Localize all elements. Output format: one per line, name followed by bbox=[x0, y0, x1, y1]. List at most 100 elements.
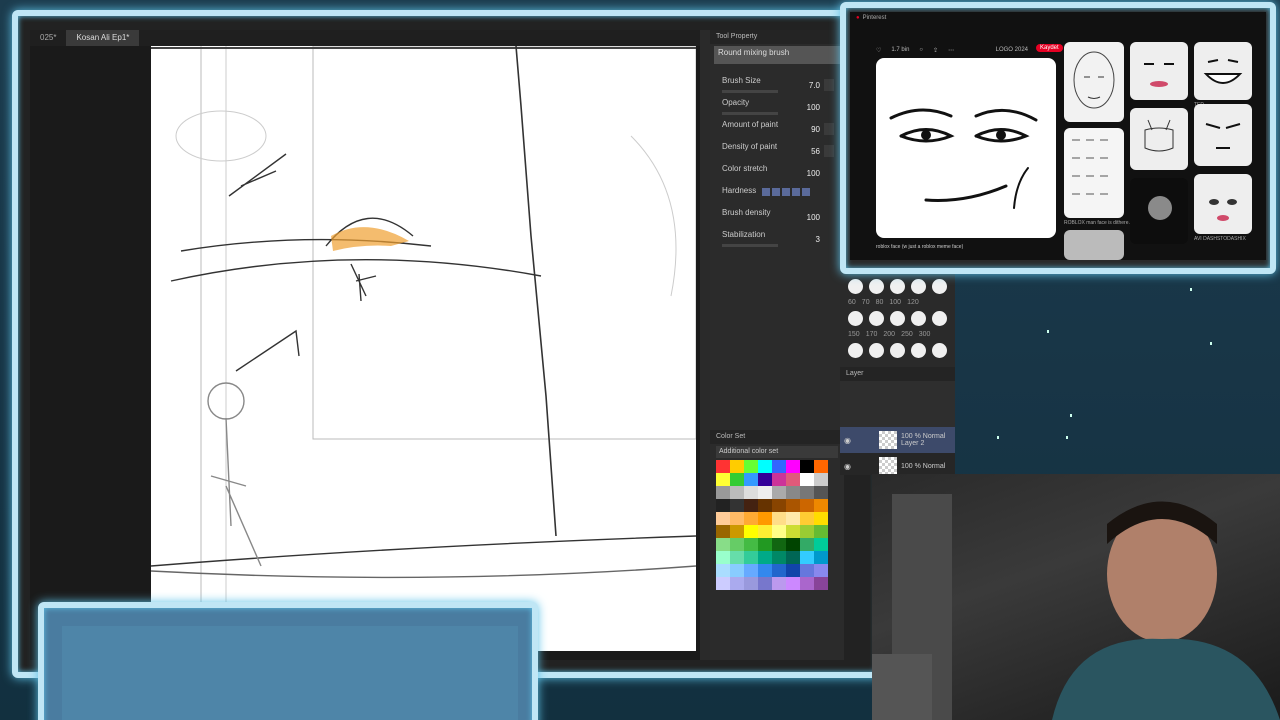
thumb-bunny-doodle[interactable] bbox=[1130, 108, 1188, 170]
layer-row-layer-2[interactable]: ◉ 100 % Normal Layer 2 bbox=[840, 427, 955, 453]
prop-opacity[interactable]: Opacity 100 bbox=[718, 96, 836, 118]
color-swatch[interactable] bbox=[814, 473, 828, 486]
color-swatch[interactable] bbox=[716, 512, 730, 525]
spin-icon[interactable] bbox=[824, 123, 834, 135]
color-swatch[interactable] bbox=[800, 525, 814, 538]
color-swatch[interactable] bbox=[744, 512, 758, 525]
eye-icon[interactable]: ◉ bbox=[844, 436, 851, 445]
color-swatch[interactable] bbox=[800, 564, 814, 577]
opacity-slider[interactable] bbox=[722, 112, 778, 115]
brush-size-dots-2[interactable] bbox=[840, 308, 955, 329]
color-swatch[interactable] bbox=[814, 577, 828, 590]
color-swatch[interactable] bbox=[786, 486, 800, 499]
prop-amount-of-paint[interactable]: Amount of paint 90 bbox=[718, 118, 836, 140]
color-swatch[interactable] bbox=[814, 525, 828, 538]
color-swatch[interactable] bbox=[786, 473, 800, 486]
color-swatch[interactable] bbox=[786, 512, 800, 525]
color-swatch[interactable] bbox=[772, 525, 786, 538]
color-swatch[interactable] bbox=[730, 564, 744, 577]
color-swatch[interactable] bbox=[758, 473, 772, 486]
color-swatch[interactable] bbox=[800, 551, 814, 564]
color-swatch[interactable] bbox=[716, 564, 730, 577]
layer-toolbar[interactable] bbox=[840, 381, 955, 427]
thumb-dark-photo[interactable] bbox=[1130, 178, 1188, 244]
thumb-creature[interactable] bbox=[1064, 230, 1124, 260]
color-swatch[interactable] bbox=[786, 551, 800, 564]
thumb-sketch-man[interactable] bbox=[1064, 42, 1124, 122]
color-swatch[interactable] bbox=[744, 538, 758, 551]
color-swatch[interactable] bbox=[814, 486, 828, 499]
color-swatch[interactable] bbox=[786, 577, 800, 590]
color-swatch[interactable] bbox=[716, 499, 730, 512]
stabilization-slider[interactable] bbox=[722, 244, 778, 247]
tab-kosan-ali-ep1[interactable]: Kosan Ali Ep1* bbox=[66, 30, 140, 46]
more-icon[interactable]: ⋯ bbox=[948, 47, 954, 54]
color-swatch[interactable] bbox=[758, 499, 772, 512]
thumb-grin-face[interactable] bbox=[1194, 42, 1252, 100]
prop-hardness[interactable]: Hardness bbox=[718, 184, 836, 206]
color-swatch[interactable] bbox=[758, 564, 772, 577]
color-swatch[interactable] bbox=[800, 512, 814, 525]
color-swatch[interactable] bbox=[730, 512, 744, 525]
color-swatch[interactable] bbox=[772, 499, 786, 512]
brush-size-slider[interactable] bbox=[722, 90, 778, 93]
color-swatch[interactable] bbox=[744, 460, 758, 473]
thumb-cute-face[interactable] bbox=[1194, 174, 1252, 234]
color-swatch[interactable] bbox=[800, 460, 814, 473]
color-swatch[interactable] bbox=[730, 538, 744, 551]
prop-color-stretch[interactable]: Color stretch 100 bbox=[718, 162, 836, 184]
color-swatch[interactable] bbox=[744, 551, 758, 564]
color-swatch[interactable] bbox=[800, 577, 814, 590]
color-swatch[interactable] bbox=[772, 564, 786, 577]
color-swatch[interactable] bbox=[716, 525, 730, 538]
brush-size-dots-3[interactable] bbox=[840, 340, 955, 361]
color-swatch[interactable] bbox=[758, 538, 772, 551]
color-swatch[interactable] bbox=[786, 460, 800, 473]
color-swatch[interactable] bbox=[800, 486, 814, 499]
color-swatch[interactable] bbox=[772, 538, 786, 551]
color-swatch[interactable] bbox=[716, 577, 730, 590]
color-swatch[interactable] bbox=[814, 564, 828, 577]
color-swatch[interactable] bbox=[758, 577, 772, 590]
color-swatch[interactable] bbox=[744, 499, 758, 512]
color-swatch[interactable] bbox=[772, 473, 786, 486]
color-swatch[interactable] bbox=[814, 512, 828, 525]
spin-icon[interactable] bbox=[824, 145, 834, 157]
color-swatch[interactable] bbox=[758, 512, 772, 525]
pin-image-roblox-face[interactable] bbox=[876, 58, 1056, 238]
color-swatch[interactable] bbox=[716, 473, 730, 486]
color-swatch[interactable] bbox=[744, 473, 758, 486]
color-swatch[interactable] bbox=[814, 460, 828, 473]
thumb-stern-face[interactable] bbox=[1194, 104, 1252, 166]
color-swatch[interactable] bbox=[814, 499, 828, 512]
color-swatch[interactable] bbox=[758, 486, 772, 499]
color-swatch[interactable] bbox=[800, 499, 814, 512]
color-swatch[interactable] bbox=[772, 512, 786, 525]
brush-size-dots-1[interactable] bbox=[840, 276, 955, 297]
color-swatch[interactable] bbox=[730, 473, 744, 486]
color-swatch[interactable] bbox=[716, 538, 730, 551]
color-swatch[interactable] bbox=[716, 486, 730, 499]
color-set-dropdown[interactable]: Additional color set bbox=[716, 446, 838, 458]
color-swatch[interactable] bbox=[800, 538, 814, 551]
prop-brush-size[interactable]: Brush Size 7.0 bbox=[718, 74, 836, 96]
spin-icon[interactable] bbox=[824, 79, 834, 91]
save-button[interactable]: Kaydet bbox=[1036, 44, 1063, 52]
color-swatch[interactable] bbox=[772, 551, 786, 564]
prop-brush-density[interactable]: Brush density 100 bbox=[718, 206, 836, 228]
color-swatch[interactable] bbox=[744, 577, 758, 590]
color-swatch[interactable] bbox=[730, 499, 744, 512]
color-swatch[interactable] bbox=[730, 460, 744, 473]
prop-stabilization[interactable]: Stabilization 3 bbox=[718, 228, 836, 250]
color-swatch[interactable] bbox=[730, 551, 744, 564]
color-swatch[interactable] bbox=[758, 551, 772, 564]
color-swatch[interactable] bbox=[786, 525, 800, 538]
comment-icon[interactable]: ○ bbox=[919, 47, 923, 53]
share-icon[interactable]: ⇪ bbox=[933, 47, 938, 54]
color-swatch[interactable] bbox=[730, 577, 744, 590]
color-swatch[interactable] bbox=[758, 460, 772, 473]
color-swatch[interactable] bbox=[744, 525, 758, 538]
thumb-lipstick-face[interactable] bbox=[1130, 42, 1188, 100]
color-swatch[interactable] bbox=[772, 460, 786, 473]
thumb-face-chart[interactable] bbox=[1064, 128, 1124, 218]
